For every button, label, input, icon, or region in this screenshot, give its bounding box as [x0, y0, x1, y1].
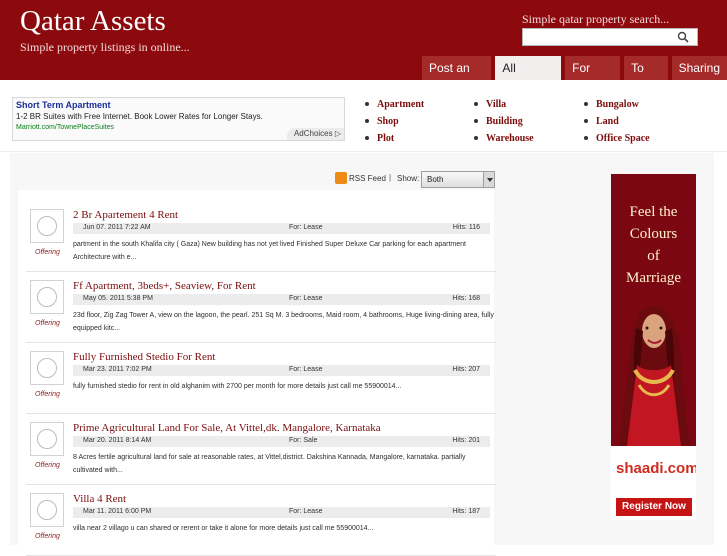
ad-headline-line: of — [647, 248, 660, 264]
search-icon[interactable] — [677, 31, 689, 43]
ad-headline-line: Colours — [629, 226, 678, 242]
ad-headline-line: Marriage — [626, 270, 681, 286]
offering-label: Offering — [35, 462, 60, 469]
listing-title-link[interactable]: Fully Furnished Stedio For Rent — [73, 351, 215, 363]
category-office-space[interactable]: Office Space — [584, 133, 650, 144]
search-box[interactable] — [522, 28, 698, 46]
category-villa[interactable]: Villa — [473, 99, 506, 110]
listing-type: For: Lease — [289, 295, 323, 302]
feed-separator: | — [389, 173, 392, 182]
register-now-button[interactable]: Register Now — [616, 498, 692, 516]
listing-thumbnail[interactable] — [30, 209, 64, 243]
rss-feed-link[interactable]: RSS Feed — [349, 174, 386, 183]
listing-hits: Hits: 187 — [452, 508, 480, 515]
listing-thumbnail[interactable] — [30, 351, 64, 385]
listing-row: Offering Villa 4 Rent Mar 11. 2011 6:00 … — [26, 485, 496, 556]
image-placeholder-icon — [37, 216, 57, 236]
ad-url[interactable]: Marriott.com/TownePlaceSuites — [16, 124, 114, 131]
search-label: Simple qatar property search... — [522, 12, 670, 26]
listing-meta: Jun 07. 2011 7:22 AM For: Lease Hits: 11… — [73, 223, 490, 234]
show-select-value: Both — [427, 175, 444, 184]
site-tagline: Simple property listings in online... — [20, 40, 190, 54]
site-header: Qatar Assets Simple property listings in… — [0, 0, 727, 99]
ad-headline-line: Feel the — [629, 204, 678, 220]
listing-row: Offering Prime Agricultural Land For Sal… — [26, 414, 496, 485]
tab-to-let[interactable]: To Let — [624, 56, 668, 99]
adchoices-link[interactable]: AdChoices ▷ — [287, 128, 344, 140]
listing-date: Mar 20. 2011 8:14 AM — [83, 437, 152, 444]
listing-date: Jun 07. 2011 7:22 AM — [83, 224, 151, 231]
listing-row: Offering Ff Apartment, 3beds+, Seaview, … — [26, 272, 496, 343]
listing-hits: Hits: 116 — [452, 224, 480, 231]
listing-row: Offering Fully Furnished Stedio For Rent… — [26, 343, 496, 414]
listing-thumbnail[interactable] — [30, 493, 64, 527]
top-text-ad[interactable]: Short Term Apartment 1-2 BR Suites with … — [12, 97, 345, 141]
rss-icon[interactable] — [335, 172, 347, 184]
bride-illustration — [619, 306, 690, 446]
listing-title-link[interactable]: Prime Agricultural Land For Sale, At Vit… — [73, 422, 381, 434]
shaadi-logo[interactable]: shaadi.com — [616, 460, 696, 477]
listing-meta: May 05. 2011 5:38 PM For: Lease Hits: 16… — [73, 294, 490, 305]
tab-for-sale[interactable]: For Sale — [565, 56, 621, 99]
category-warehouse[interactable]: Warehouse — [474, 133, 534, 144]
listing-meta: Mar 11. 2011 6:00 PM For: Lease Hits: 18… — [73, 507, 490, 518]
listing-type: For: Lease — [289, 366, 323, 373]
image-placeholder-icon — [37, 429, 57, 449]
category-apartment[interactable]: Apartment — [364, 99, 424, 110]
listing-thumbnail[interactable] — [30, 422, 64, 456]
offering-label: Offering — [35, 391, 60, 398]
offering-label: Offering — [35, 320, 60, 327]
listing-date: Mar 23. 2011 7:02 PM — [83, 366, 152, 373]
ad-title[interactable]: Short Term Apartment — [16, 100, 111, 110]
listing-row: Offering 2 Br Apartement 4 Rent Jun 07. … — [26, 201, 496, 272]
offering-label: Offering — [35, 533, 60, 540]
offering-label: Offering — [35, 249, 60, 256]
site-title[interactable]: Qatar Assets — [20, 5, 166, 38]
main-tabs: Post an Ad. All Listings For Sale To Let… — [422, 56, 727, 99]
listing-type: For: Sale — [289, 437, 318, 444]
tab-post-ad[interactable]: Post an Ad. — [422, 56, 492, 99]
listing-title-link[interactable]: 2 Br Apartement 4 Rent — [73, 209, 178, 221]
listing-meta: Mar 20. 2011 8:14 AM For: Sale Hits: 201 — [73, 436, 490, 447]
ad-headline: Feel the Colours of Marriage — [611, 201, 696, 289]
listing-description: 8 Acres fertile agricultural land for sa… — [73, 454, 466, 474]
category-shop[interactable]: Shop — [365, 116, 399, 127]
listing-type: For: Lease — [289, 508, 323, 515]
sidebar-banner-ad[interactable]: Feel the Colours of Marriage shaadi.com … — [611, 174, 696, 520]
listing-hits: Hits: 207 — [452, 366, 480, 373]
category-land[interactable]: Land — [584, 116, 619, 127]
chevron-down-icon[interactable] — [483, 172, 494, 187]
image-placeholder-icon — [37, 358, 57, 378]
category-building[interactable]: Building — [474, 116, 523, 127]
listing-description: 23d floor, Zig Zag Tower A, view on the … — [73, 312, 494, 332]
search-input[interactable] — [525, 30, 675, 44]
listing-thumbnail[interactable] — [30, 280, 64, 314]
listing-description: partment in the south Khalifa city ( Gaz… — [73, 241, 466, 261]
tab-all-listings[interactable]: All Listings — [495, 56, 562, 99]
image-placeholder-icon — [37, 287, 57, 307]
listing-type: For: Lease — [289, 224, 323, 231]
image-placeholder-icon — [37, 500, 57, 520]
listing-title-link[interactable]: Villa 4 Rent — [73, 493, 126, 505]
listing-description: villa near 2 villago u can shared or rer… — [73, 525, 374, 532]
category-plot[interactable]: Plot — [364, 133, 394, 144]
listing-title-link[interactable]: Ff Apartment, 3beds+, Seaview, For Rent — [73, 280, 256, 292]
listing-date: May 05. 2011 5:38 PM — [83, 295, 153, 302]
listing-hits: Hits: 168 — [452, 295, 480, 302]
show-select[interactable]: Both — [421, 171, 495, 188]
tab-sharing[interactable]: Sharing — [671, 56, 727, 80]
listing-date: Mar 11. 2011 6:00 PM — [83, 508, 152, 515]
listing-meta: Mar 23. 2011 7:02 PM For: Lease Hits: 20… — [73, 365, 490, 376]
listing-description: fully furnished stedio for rent in old a… — [73, 383, 402, 390]
ad-text[interactable]: 1-2 BR Suites with Free Internet. Book L… — [16, 112, 263, 121]
category-bungalow[interactable]: Bungalow — [584, 99, 639, 110]
listing-hits: Hits: 201 — [452, 437, 480, 444]
show-label: Show: — [397, 174, 420, 183]
